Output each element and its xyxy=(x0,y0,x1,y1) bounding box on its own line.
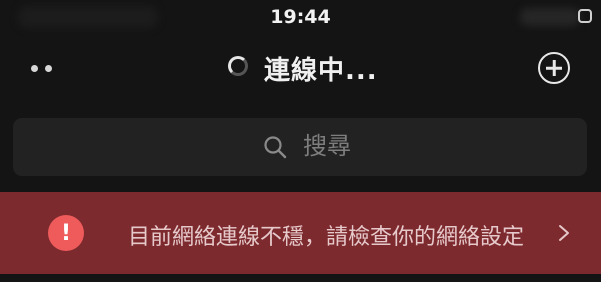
network-alert-banner[interactable]: ! 目前網絡連線不穩，請檢查你的網絡設定 xyxy=(0,192,601,274)
alert-message: 目前網絡連線不穩，請檢查你的網絡設定 xyxy=(128,225,525,250)
more-dots-icon[interactable] xyxy=(31,60,61,76)
add-button[interactable] xyxy=(538,52,570,84)
chevron-right-icon xyxy=(559,225,569,241)
search-input[interactable] xyxy=(303,130,503,162)
search-icon xyxy=(264,136,287,159)
battery-icon xyxy=(578,9,592,23)
search-bar[interactable] xyxy=(13,118,587,176)
status-time: 19:44 xyxy=(270,6,331,28)
status-bar-right-blurred xyxy=(520,8,580,26)
page-title: 連線中... xyxy=(264,56,378,86)
divider xyxy=(0,274,601,282)
alert-icon: ! xyxy=(48,215,84,251)
nav-bar: 連線中... xyxy=(0,40,601,100)
loading-spinner-icon xyxy=(228,56,248,76)
status-bar: 19:44 xyxy=(0,0,601,36)
